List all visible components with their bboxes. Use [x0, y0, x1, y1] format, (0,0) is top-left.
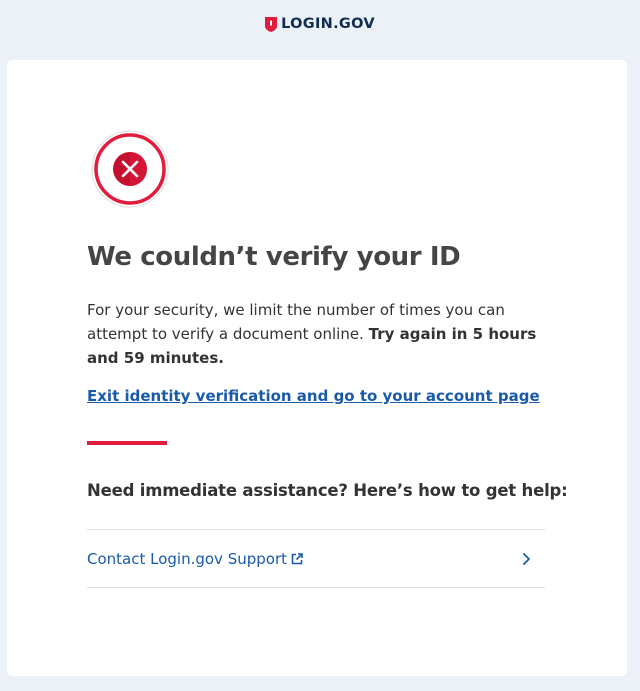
error-x-icon	[91, 130, 169, 208]
exit-verification-link[interactable]: Exit identity verification and go to you…	[87, 387, 540, 405]
lockout-message: For your security, we limit the number o…	[87, 298, 557, 370]
chevron-right-icon	[523, 552, 530, 565]
site-header: LOGIN.GOV	[0, 0, 640, 60]
external-link-icon	[291, 552, 303, 564]
help-heading: Need immediate assistance? Here’s how to…	[87, 481, 568, 500]
contact-support-item[interactable]: Contact Login.gov Support	[87, 529, 545, 588]
page-title: We couldn’t verify your ID	[87, 242, 461, 272]
brand-name: LOGIN.GOV	[281, 16, 375, 32]
shield-icon	[265, 16, 278, 32]
login-gov-logo[interactable]: LOGIN.GOV	[265, 16, 375, 32]
main-card: We couldn’t verify your ID For your secu…	[7, 60, 627, 676]
contact-support-link[interactable]: Contact Login.gov Support	[87, 550, 303, 568]
contact-support-label: Contact Login.gov Support	[87, 549, 288, 568]
section-divider	[87, 441, 167, 445]
